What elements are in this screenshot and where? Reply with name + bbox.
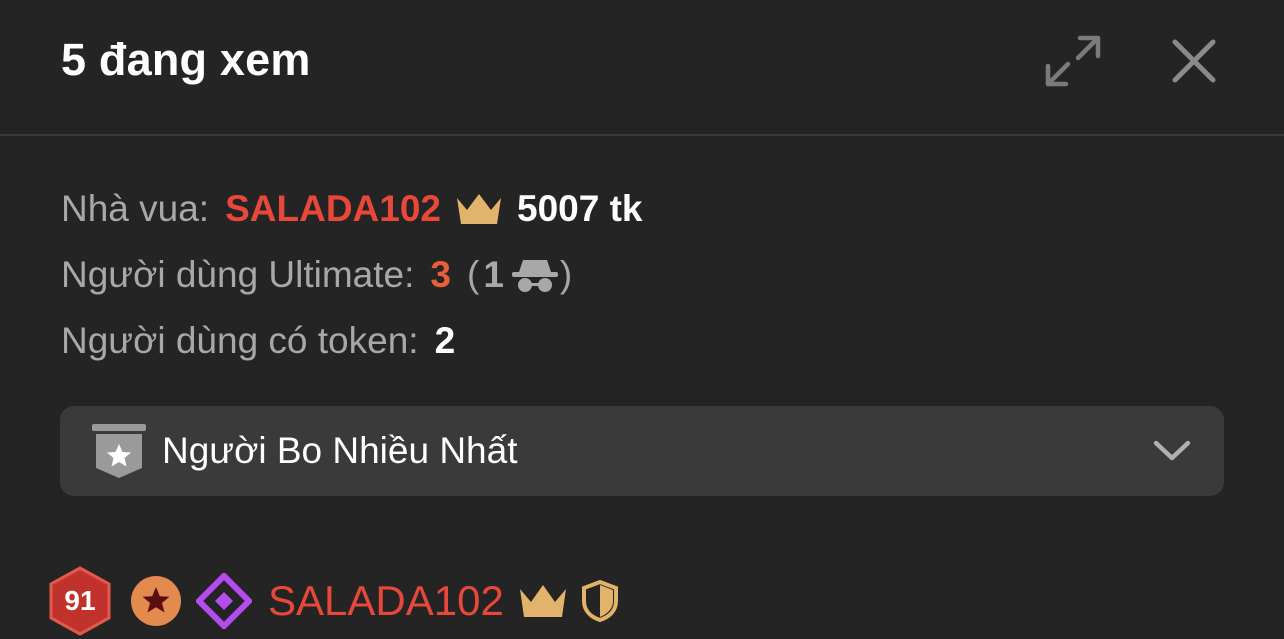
crown-icon — [457, 194, 501, 224]
username[interactable]: SALADA102 — [268, 577, 504, 625]
ultimate-row: Người dùng Ultimate: 3 ( 1 ) — [61, 242, 643, 308]
chevron-down-icon — [1153, 440, 1191, 461]
dropdown-selected-value: Người Bo Nhiều Nhất — [162, 430, 518, 471]
user-list-item[interactable]: 91 SALADA102 — [46, 566, 620, 636]
shield-icon — [581, 579, 618, 623]
paren-open: ( — [466, 254, 480, 295]
viewers-panel: 5 đang xem Nhà vua: SALADA102 5007 tk Ng… — [0, 0, 1284, 639]
diamond-badge-icon — [196, 573, 252, 629]
level-badge: 91 — [46, 566, 114, 636]
king-label: Nhà vua: — [61, 188, 210, 229]
expand-icon — [1045, 35, 1101, 87]
ultimate-count: 3 — [430, 254, 451, 295]
viewer-stats: Nhà vua: SALADA102 5007 tk Người dùng Ul… — [61, 176, 643, 374]
close-icon — [1172, 39, 1216, 83]
ultimate-label: Người dùng Ultimate: — [61, 254, 415, 295]
level-number: 91 — [64, 585, 96, 616]
king-username[interactable]: SALADA102 — [225, 188, 441, 230]
token-users-count: 2 — [434, 320, 456, 361]
expand-button[interactable] — [1040, 28, 1106, 94]
panel-title: 5 đang xem — [61, 34, 311, 85]
panel-header: 5 đang xem — [0, 0, 1284, 136]
paren-close: ) — [559, 254, 573, 295]
sort-dropdown[interactable]: Người Bo Nhiều Nhất — [60, 406, 1224, 496]
king-tokens: 5007 tk — [517, 188, 643, 229]
token-users-label: Người dùng có token: — [61, 320, 419, 361]
king-row: Nhà vua: SALADA102 5007 tk — [61, 176, 643, 242]
token-users-row: Người dùng có token: 2 — [61, 308, 643, 374]
anonymous-count: 1 — [483, 254, 504, 295]
crown-icon — [519, 585, 566, 617]
star-badge-icon — [131, 576, 181, 626]
incognito-icon — [511, 260, 558, 292]
shield-star-icon — [92, 424, 146, 478]
close-button[interactable] — [1163, 30, 1225, 92]
